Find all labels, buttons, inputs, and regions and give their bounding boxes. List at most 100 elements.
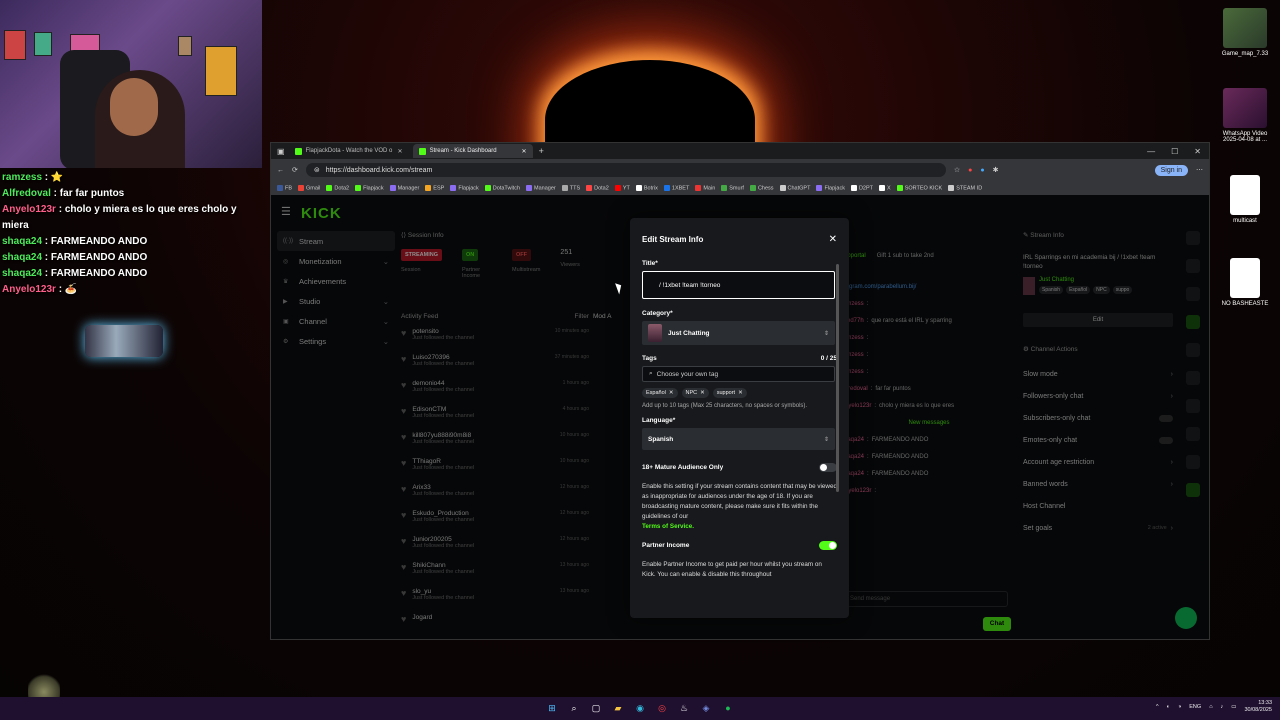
desktop-icon-no-basheaste[interactable]: NO BASHEASTE — [1215, 258, 1275, 307]
language-select[interactable]: Spanish ⇕ — [642, 428, 835, 450]
delete-icon[interactable] — [1186, 343, 1200, 357]
browser-menu-icon[interactable]: ⋯ — [1196, 166, 1203, 174]
bookmark-item[interactable]: ChatGPT — [779, 184, 810, 191]
follower-name[interactable]: Arix33 — [412, 484, 474, 491]
channel-action-row[interactable]: Host Channel — [1023, 495, 1173, 517]
file-explorer-icon[interactable]: ▰ — [611, 701, 625, 715]
bookmark-item[interactable]: Manager — [526, 184, 556, 191]
follower-name[interactable]: demonio44 — [412, 380, 474, 387]
sign-in-button[interactable]: Sign in — [1154, 164, 1188, 176]
channel-action-row[interactable]: Account age restriction › — [1023, 451, 1173, 473]
follower-name[interactable]: Junior200205 — [412, 536, 474, 543]
url-field[interactable]: ⊜ https://dashboard.kick.com/stream — [305, 163, 946, 177]
maximize-icon[interactable]: ☐ — [1171, 147, 1178, 156]
windows-start-icon[interactable]: ⊞ — [545, 701, 559, 715]
bookmark-item[interactable]: FB — [277, 184, 292, 191]
desktop-icon-whatsapp-video[interactable]: WhatsApp Video 2025-04-08 at ... — [1215, 88, 1275, 143]
discord-icon[interactable]: ◈ — [699, 701, 713, 715]
remove-tag-icon[interactable]: ✕ — [669, 390, 674, 396]
wrench-icon[interactable] — [1186, 455, 1200, 469]
tray-app-icon[interactable]: ◐ — [1167, 704, 1170, 710]
tray-chevron-icon[interactable]: ^ — [1156, 704, 1159, 710]
chat-icon[interactable] — [1186, 371, 1200, 385]
layout-icon[interactable] — [1186, 427, 1200, 441]
bookmark-star-icon[interactable]: ☆ — [954, 166, 960, 174]
site-info-icon[interactable]: ⊜ — [314, 166, 320, 174]
desktop-icon-game-map[interactable]: Game_map_7.33 — [1215, 8, 1275, 57]
sidebar-item-settings[interactable]: ⚙ Settings ⌄ — [277, 331, 395, 351]
sidebar-item-channel[interactable]: ▣ Channel ⌄ — [277, 311, 395, 331]
channel-action-row[interactable]: Banned words › — [1023, 473, 1173, 495]
tab-kick-dashboard[interactable]: Stream - Kick Dashboard ✕ — [412, 144, 533, 158]
close-panel-icon[interactable] — [1186, 287, 1200, 301]
follower-name[interactable]: EdisonCTM — [412, 406, 474, 413]
edge-icon[interactable]: ◉ — [633, 701, 647, 715]
filter-button[interactable]: Filter — [575, 313, 589, 320]
tag-input[interactable]: ⌕ Choose your own tag — [642, 366, 835, 382]
follower-name[interactable]: slo_yu — [412, 588, 474, 595]
chat-send-button[interactable]: Chat — [983, 617, 1011, 631]
remove-tag-icon[interactable]: ✕ — [738, 390, 743, 396]
bookmark-item[interactable]: Manager — [389, 184, 419, 191]
back-icon[interactable]: ← — [277, 167, 284, 174]
category-select[interactable]: Just Chatting ⇕ — [642, 321, 835, 345]
search-icon[interactable]: ⌕ — [567, 701, 581, 715]
support-chat-icon[interactable] — [1175, 607, 1197, 629]
settings-icon[interactable] — [1186, 483, 1200, 497]
new-tab-button[interactable]: + — [539, 146, 544, 156]
extension-icon[interactable]: ● — [980, 167, 984, 174]
sidebar-item-stream[interactable]: ((·)) Stream — [277, 231, 395, 251]
follower-name[interactable]: Eskudo_Production — [412, 510, 474, 517]
bookmark-item[interactable]: Smurf — [721, 184, 744, 191]
bookmark-item[interactable]: Botrix — [635, 184, 658, 191]
reload-icon[interactable]: ⟳ — [292, 166, 298, 174]
bookmark-item[interactable]: Chess — [749, 184, 774, 191]
channel-action-row[interactable]: Slow mode › — [1023, 363, 1173, 385]
terms-link[interactable]: Terms of Service. — [642, 523, 694, 530]
task-view-icon[interactable]: ▢ — [589, 701, 603, 715]
add-icon[interactable] — [1186, 315, 1200, 329]
follower-name[interactable]: kill807yu888i90m8i8 — [412, 432, 474, 439]
minimize-icon[interactable]: — — [1147, 147, 1155, 156]
toggle-switch[interactable] — [1159, 436, 1173, 444]
edit-icon[interactable] — [1186, 259, 1200, 273]
bookmark-item[interactable]: DotaTwitch — [484, 184, 520, 191]
info-icon[interactable] — [1186, 231, 1200, 245]
channel-action-row[interactable]: Emotes-only chat — [1023, 429, 1173, 451]
kick-logo[interactable]: KICK — [301, 205, 342, 222]
follower-name[interactable]: potensito — [412, 328, 474, 335]
category-name[interactable]: Just Chatting — [1039, 277, 1132, 283]
mature-toggle[interactable] — [819, 462, 837, 472]
tab-close-icon[interactable]: ✕ — [522, 148, 527, 155]
battery-icon[interactable]: ▭ — [1231, 704, 1236, 710]
bookmark-item[interactable]: Flapjack — [355, 184, 384, 191]
bookmark-item[interactable]: ESP — [425, 184, 444, 191]
follower-name[interactable]: Jogard — [412, 614, 432, 621]
tab-actions-icon[interactable]: ▣ — [277, 147, 285, 156]
bookmark-item[interactable]: Gmail — [298, 184, 320, 191]
close-icon[interactable]: ✕ — [829, 234, 837, 245]
tab-close-icon[interactable]: ✕ — [398, 148, 403, 155]
desktop-icon-multicast[interactable]: multicast — [1215, 175, 1275, 224]
bookmark-item[interactable]: SORTEO KICK — [896, 184, 942, 191]
hamburger-menu-icon[interactable]: ☰ — [281, 205, 291, 218]
bookmark-item[interactable]: Main — [695, 184, 715, 191]
steam-icon[interactable]: ♨ — [677, 701, 691, 715]
bookmark-item[interactable]: Flapjack — [816, 184, 845, 191]
tray-app-icon[interactable]: ◑ — [1178, 704, 1181, 710]
bookmark-item[interactable]: TTS — [561, 184, 580, 191]
clock[interactable]: 13:33 30/08/2025 — [1244, 700, 1272, 714]
channel-action-row[interactable]: Subscribers-only chat — [1023, 407, 1173, 429]
follower-name[interactable]: Luiso270396 — [412, 354, 474, 361]
bookmark-item[interactable]: YT — [614, 184, 630, 191]
bookmark-item[interactable]: Dota2 — [586, 184, 609, 191]
channel-action-row[interactable]: Followers-only chat › — [1023, 385, 1173, 407]
bookmark-item[interactable]: D2PT — [850, 184, 873, 191]
sidebar-item-monetization[interactable]: ◎ Monetization ⌄ — [277, 251, 395, 271]
chat-link[interactable]: stagram.com/parabellum.bij/ — [841, 284, 916, 290]
remove-tag-icon[interactable]: ✕ — [700, 390, 705, 396]
language-indicator[interactable]: ENG — [1189, 704, 1201, 710]
toggle-switch[interactable] — [1159, 414, 1173, 422]
extension-icon[interactable]: ● — [968, 167, 972, 174]
edit-stream-info-button[interactable]: Edit — [1023, 313, 1173, 327]
